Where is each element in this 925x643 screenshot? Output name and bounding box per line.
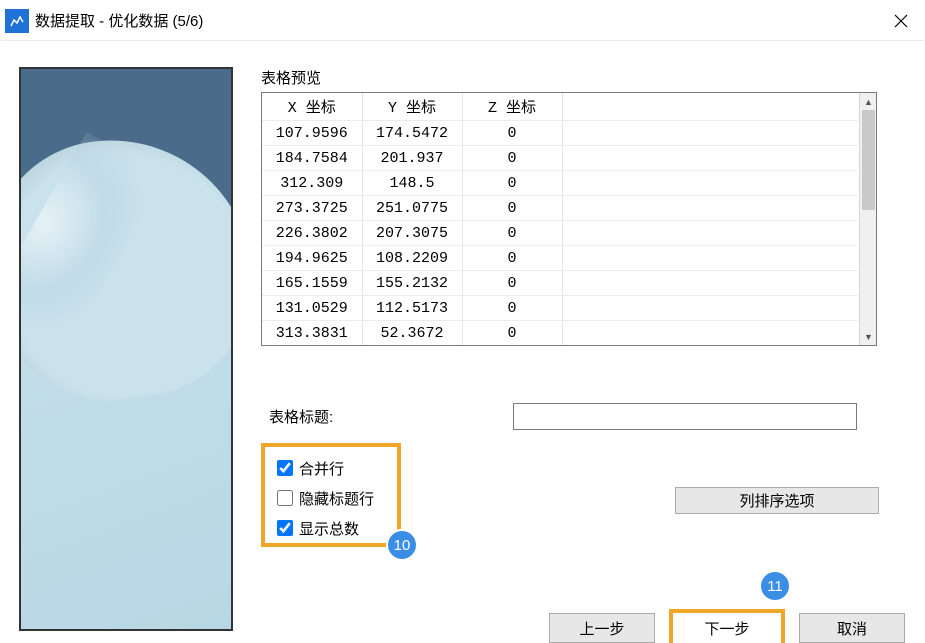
- table-cell: 131.0529: [262, 296, 362, 321]
- table-header-row: X 坐标 Y 坐标 Z 坐标: [262, 93, 858, 121]
- table-row[interactable]: 165.1559155.21320: [262, 271, 858, 296]
- table-cell: 0: [462, 121, 562, 146]
- table-cell: 207.3075: [362, 221, 462, 246]
- close-button[interactable]: [878, 1, 924, 41]
- table-title-input[interactable]: [513, 403, 857, 430]
- table-row[interactable]: 131.0529112.51730: [262, 296, 858, 321]
- content-area: 表格预览 X 坐标 Y 坐标 Z 坐标 107.9596174.5472018: [261, 67, 902, 642]
- hide-header-label: 隐藏标题行: [299, 488, 374, 509]
- page-preview-graphic: [19, 67, 233, 631]
- table-cell: [562, 321, 858, 346]
- merge-rows-checkbox[interactable]: [277, 460, 293, 476]
- table-title-row: 表格标题:: [269, 403, 857, 430]
- table-cell: [562, 296, 858, 321]
- table-cell: 148.5: [362, 171, 462, 196]
- dialog-body: 表格预览 X 坐标 Y 坐标 Z 坐标 107.9596174.5472018: [1, 41, 924, 642]
- table-cell: [562, 221, 858, 246]
- merge-rows-label: 合并行: [299, 458, 344, 479]
- table-row[interactable]: 226.3802207.30750: [262, 221, 858, 246]
- app-icon: [5, 9, 29, 33]
- table-cell: [562, 196, 858, 221]
- hide-header-checkbox[interactable]: [277, 490, 293, 506]
- window-title: 数据提取 - 优化数据 (5/6): [35, 10, 203, 31]
- table-cell: 226.3802: [262, 221, 362, 246]
- wizard-nav-row: 上一步 下一步 取消: [549, 609, 905, 643]
- table-cell: 201.937: [362, 146, 462, 171]
- show-totals-label: 显示总数: [299, 518, 359, 539]
- table-cell: 155.2132: [362, 271, 462, 296]
- callout-badge-11: 11: [759, 570, 791, 602]
- options-group: 合并行 隐藏标题行 显示总数: [261, 443, 401, 547]
- table-vertical-scrollbar[interactable]: ▲ ▼: [859, 93, 876, 345]
- table-cell: 313.3831: [262, 321, 362, 346]
- table-cell: 273.3725: [262, 196, 362, 221]
- show-totals-checkbox-row[interactable]: 显示总数: [273, 513, 389, 543]
- table-preview: X 坐标 Y 坐标 Z 坐标 107.9596174.54720184.7584…: [261, 92, 877, 346]
- table-cell: [562, 246, 858, 271]
- table-cell: 107.9596: [262, 121, 362, 146]
- show-totals-checkbox[interactable]: [277, 520, 293, 536]
- table-row[interactable]: 184.7584201.9370: [262, 146, 858, 171]
- table-cell: 0: [462, 171, 562, 196]
- table-cell: 165.1559: [262, 271, 362, 296]
- callout-badge-10: 10: [386, 529, 418, 561]
- table-row[interactable]: 312.309148.50: [262, 171, 858, 196]
- table-row[interactable]: 194.9625108.22090: [262, 246, 858, 271]
- scroll-down-arrow-icon[interactable]: ▼: [860, 328, 877, 345]
- table-cell: 0: [462, 221, 562, 246]
- scroll-thumb[interactable]: [862, 110, 875, 210]
- col-header-x[interactable]: X 坐标: [262, 93, 362, 121]
- table-row[interactable]: 313.383152.36720: [262, 321, 858, 346]
- col-header-y[interactable]: Y 坐标: [362, 93, 462, 121]
- col-header-z[interactable]: Z 坐标: [462, 93, 562, 121]
- table-cell: 251.0775: [362, 196, 462, 221]
- table-cell: [562, 271, 858, 296]
- table-cell: 0: [462, 146, 562, 171]
- table-cell: 174.5472: [362, 121, 462, 146]
- next-button[interactable]: 下一步: [669, 609, 785, 643]
- table-row[interactable]: 273.3725251.07750: [262, 196, 858, 221]
- table-cell: [562, 171, 858, 196]
- table-cell: 184.7584: [262, 146, 362, 171]
- titlebar: 数据提取 - 优化数据 (5/6): [1, 1, 924, 41]
- table-cell: 0: [462, 196, 562, 221]
- table-cell: 312.309: [262, 171, 362, 196]
- dialog-window: 数据提取 - 优化数据 (5/6) 表格预览 X 坐标 Y 坐标: [0, 0, 925, 643]
- table-cell: 108.2209: [362, 246, 462, 271]
- table-cell: 0: [462, 296, 562, 321]
- scroll-up-arrow-icon[interactable]: ▲: [860, 93, 877, 110]
- table-cell: 0: [462, 271, 562, 296]
- table-cell: [562, 121, 858, 146]
- prev-button[interactable]: 上一步: [549, 613, 655, 643]
- table-cell: [562, 146, 858, 171]
- table-preview-label: 表格预览: [261, 67, 902, 88]
- data-table: X 坐标 Y 坐标 Z 坐标 107.9596174.54720184.7584…: [262, 93, 858, 345]
- merge-rows-checkbox-row[interactable]: 合并行: [273, 453, 389, 483]
- table-cell: 112.5173: [362, 296, 462, 321]
- table-title-label: 表格标题:: [269, 406, 333, 427]
- table-cell: 194.9625: [262, 246, 362, 271]
- table-row[interactable]: 107.9596174.54720: [262, 121, 858, 146]
- table-cell: 0: [462, 246, 562, 271]
- column-sort-options-button[interactable]: 列排序选项: [675, 487, 879, 514]
- hide-header-checkbox-row[interactable]: 隐藏标题行: [273, 483, 389, 513]
- table-cell: 52.3672: [362, 321, 462, 346]
- col-header-pad: [562, 93, 858, 121]
- cancel-button[interactable]: 取消: [799, 613, 905, 643]
- close-icon: [894, 14, 908, 28]
- table-cell: 0: [462, 321, 562, 346]
